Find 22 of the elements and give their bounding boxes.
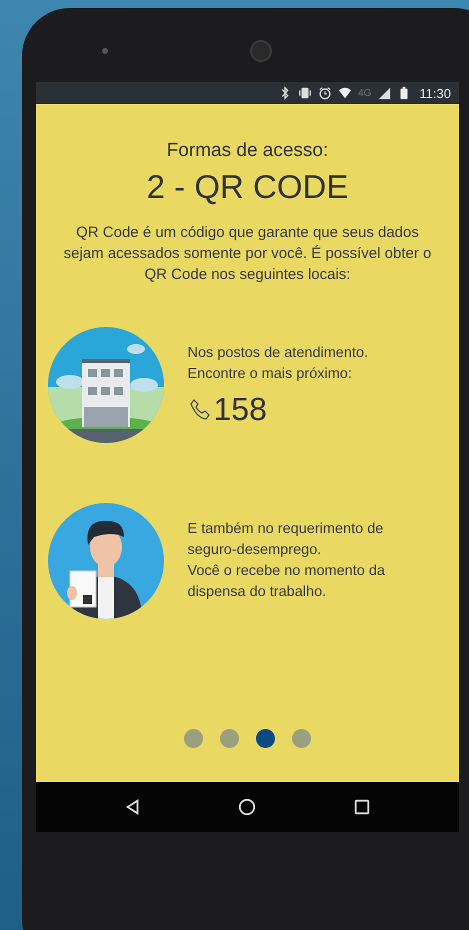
location-text: E também no requerimento de seguro-desemprego. — [188, 520, 384, 560]
sensor-dot — [102, 48, 108, 54]
intro-text: QR Code é um código que garante que seus dados sejam acessados somente por você. É possível obter o QR Code nos seguintes locais: — [62, 223, 432, 285]
page-indicator-dot[interactable] — [220, 729, 239, 748]
camera-lens — [250, 40, 272, 62]
alarm-icon — [318, 86, 332, 100]
vibrate-icon — [298, 86, 312, 100]
page-indicator-dot[interactable] — [256, 729, 275, 748]
signal-icon — [377, 86, 392, 100]
network-label: 4G — [358, 88, 372, 98]
section-heading: Formas de acesso: — [166, 140, 328, 162]
location-text: Nos postos de atendimento. Encontre o mais próximo: — [188, 344, 370, 384]
home-icon[interactable] — [238, 798, 256, 816]
wifi-icon — [338, 86, 352, 100]
clock-time: 11:30 — [419, 86, 451, 100]
page-title: 2 - QR CODE — [146, 168, 348, 206]
phone-icon — [188, 397, 212, 421]
location-text: Você o recebe no momento da dispensa do trabalho. — [188, 562, 386, 602]
page-indicator-dot[interactable] — [184, 729, 203, 748]
phone-number[interactable]: 158 — [214, 390, 267, 428]
recents-icon[interactable] — [352, 798, 371, 816]
page-indicator-dot[interactable] — [292, 729, 311, 748]
